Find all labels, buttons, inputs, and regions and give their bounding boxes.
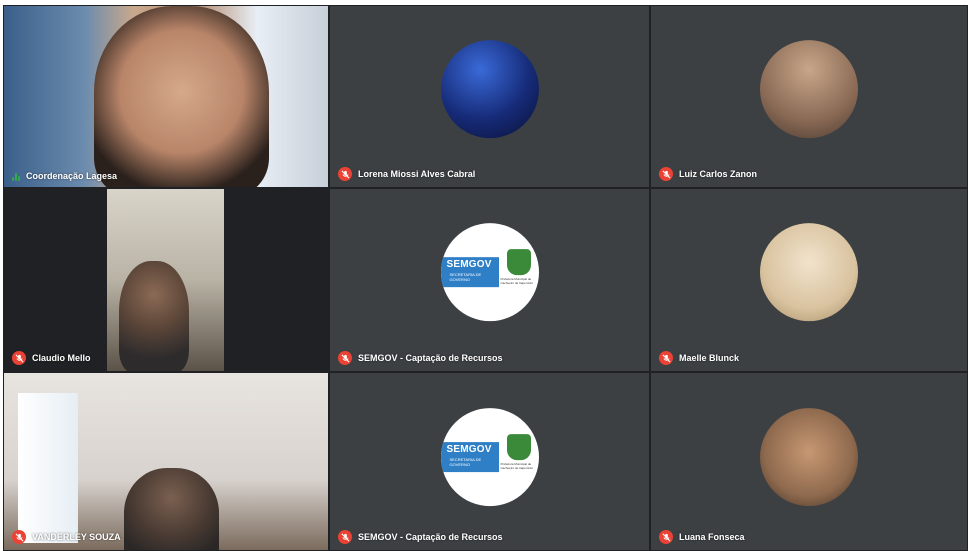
semgov-caption: Prefeitura Municipal de Cachoeiro de Ita…: [500, 461, 534, 470]
letterbox-right: [224, 189, 328, 371]
video-call-grid: Coordenação Lagesa Lorena Miossi Alves C…: [3, 5, 968, 551]
participant-tile-semgov-1[interactable]: SEMGOV SECRETARIA DE GOVERNO Prefeitura M…: [329, 188, 650, 372]
semgov-logo: SEMGOV SECRETARIA DE GOVERNO Prefeitura M…: [440, 433, 539, 472]
mic-muted-icon: [659, 167, 673, 181]
participant-name: Luana Fonseca: [679, 532, 745, 542]
semgov-subtitle: SECRETARIA DE GOVERNO: [449, 272, 482, 283]
semgov-title: SEMGOV: [446, 259, 492, 271]
mic-muted-icon: [338, 530, 352, 544]
semgov-logo: SEMGOV SECRETARIA DE GOVERNO Prefeitura M…: [440, 249, 539, 288]
participant-name-label: SEMGOV - Captação de Recursos: [338, 530, 503, 544]
profile-avatar: [760, 407, 858, 506]
participant-video: [124, 468, 219, 550]
mic-muted-icon: [12, 351, 26, 365]
speaking-indicator-icon: [12, 172, 20, 181]
participant-name: SEMGOV - Captação de Recursos: [358, 353, 503, 363]
participant-tile-semgov-2[interactable]: SEMGOV SECRETARIA DE GOVERNO Prefeitura M…: [329, 372, 650, 551]
participant-name: Maelle Blunck: [679, 353, 740, 363]
participant-tile-luana[interactable]: Luana Fonseca: [650, 372, 968, 551]
window-light: [18, 393, 78, 543]
mic-muted-icon: [338, 167, 352, 181]
semgov-title: SEMGOV: [446, 443, 492, 455]
profile-avatar: [760, 223, 858, 322]
participant-name-label: Luiz Carlos Zanon: [659, 167, 757, 181]
participant-tile-maelle[interactable]: Maelle Blunck: [650, 188, 968, 372]
mic-muted-icon: [12, 530, 26, 544]
mic-muted-icon: [338, 351, 352, 365]
semgov-logo-avatar: SEMGOV SECRETARIA DE GOVERNO Prefeitura M…: [440, 223, 539, 322]
participant-name-label: Luana Fonseca: [659, 530, 745, 544]
city-seal-icon: [506, 433, 531, 460]
participant-tile-vanderley[interactable]: VANDERLEY SOUZA: [3, 372, 329, 551]
profile-avatar: [440, 39, 539, 138]
participant-name: VANDERLEY SOUZA: [32, 532, 121, 542]
participant-video: [119, 261, 189, 371]
mic-muted-icon: [659, 351, 673, 365]
semgov-logo-avatar: SEMGOV SECRETARIA DE GOVERNO Prefeitura M…: [440, 407, 539, 506]
participant-name-label: Claudio Mello: [12, 351, 91, 365]
participant-name-label: Lorena Miossi Alves Cabral: [338, 167, 475, 181]
participant-tile-lorena[interactable]: Lorena Miossi Alves Cabral: [329, 5, 650, 188]
participant-name: Claudio Mello: [32, 353, 91, 363]
participant-tile-coordenacao-lagesa[interactable]: Coordenação Lagesa: [3, 5, 329, 188]
participant-name-label: Maelle Blunck: [659, 351, 739, 365]
participant-name-label: SEMGOV - Captação de Recursos: [338, 351, 503, 365]
participant-name: SEMGOV - Captação de Recursos: [358, 532, 503, 542]
participant-video: [94, 6, 269, 187]
participant-name: Luiz Carlos Zanon: [679, 169, 758, 179]
participant-name: Coordenação Lagesa: [26, 171, 118, 181]
profile-avatar: [760, 39, 858, 138]
participant-name-label: Coordenação Lagesa: [12, 171, 117, 181]
participant-name-label: VANDERLEY SOUZA: [12, 530, 121, 544]
letterbox-left: [4, 189, 107, 371]
city-seal-icon: [506, 249, 531, 276]
participant-name: Lorena Miossi Alves Cabral: [358, 169, 476, 179]
semgov-subtitle: SECRETARIA DE GOVERNO: [449, 456, 482, 467]
participant-tile-claudio[interactable]: Claudio Mello: [3, 188, 329, 372]
participant-tile-luiz[interactable]: Luiz Carlos Zanon: [650, 5, 968, 188]
mic-muted-icon: [659, 530, 673, 544]
semgov-caption: Prefeitura Municipal de Cachoeiro de Ita…: [500, 277, 534, 286]
